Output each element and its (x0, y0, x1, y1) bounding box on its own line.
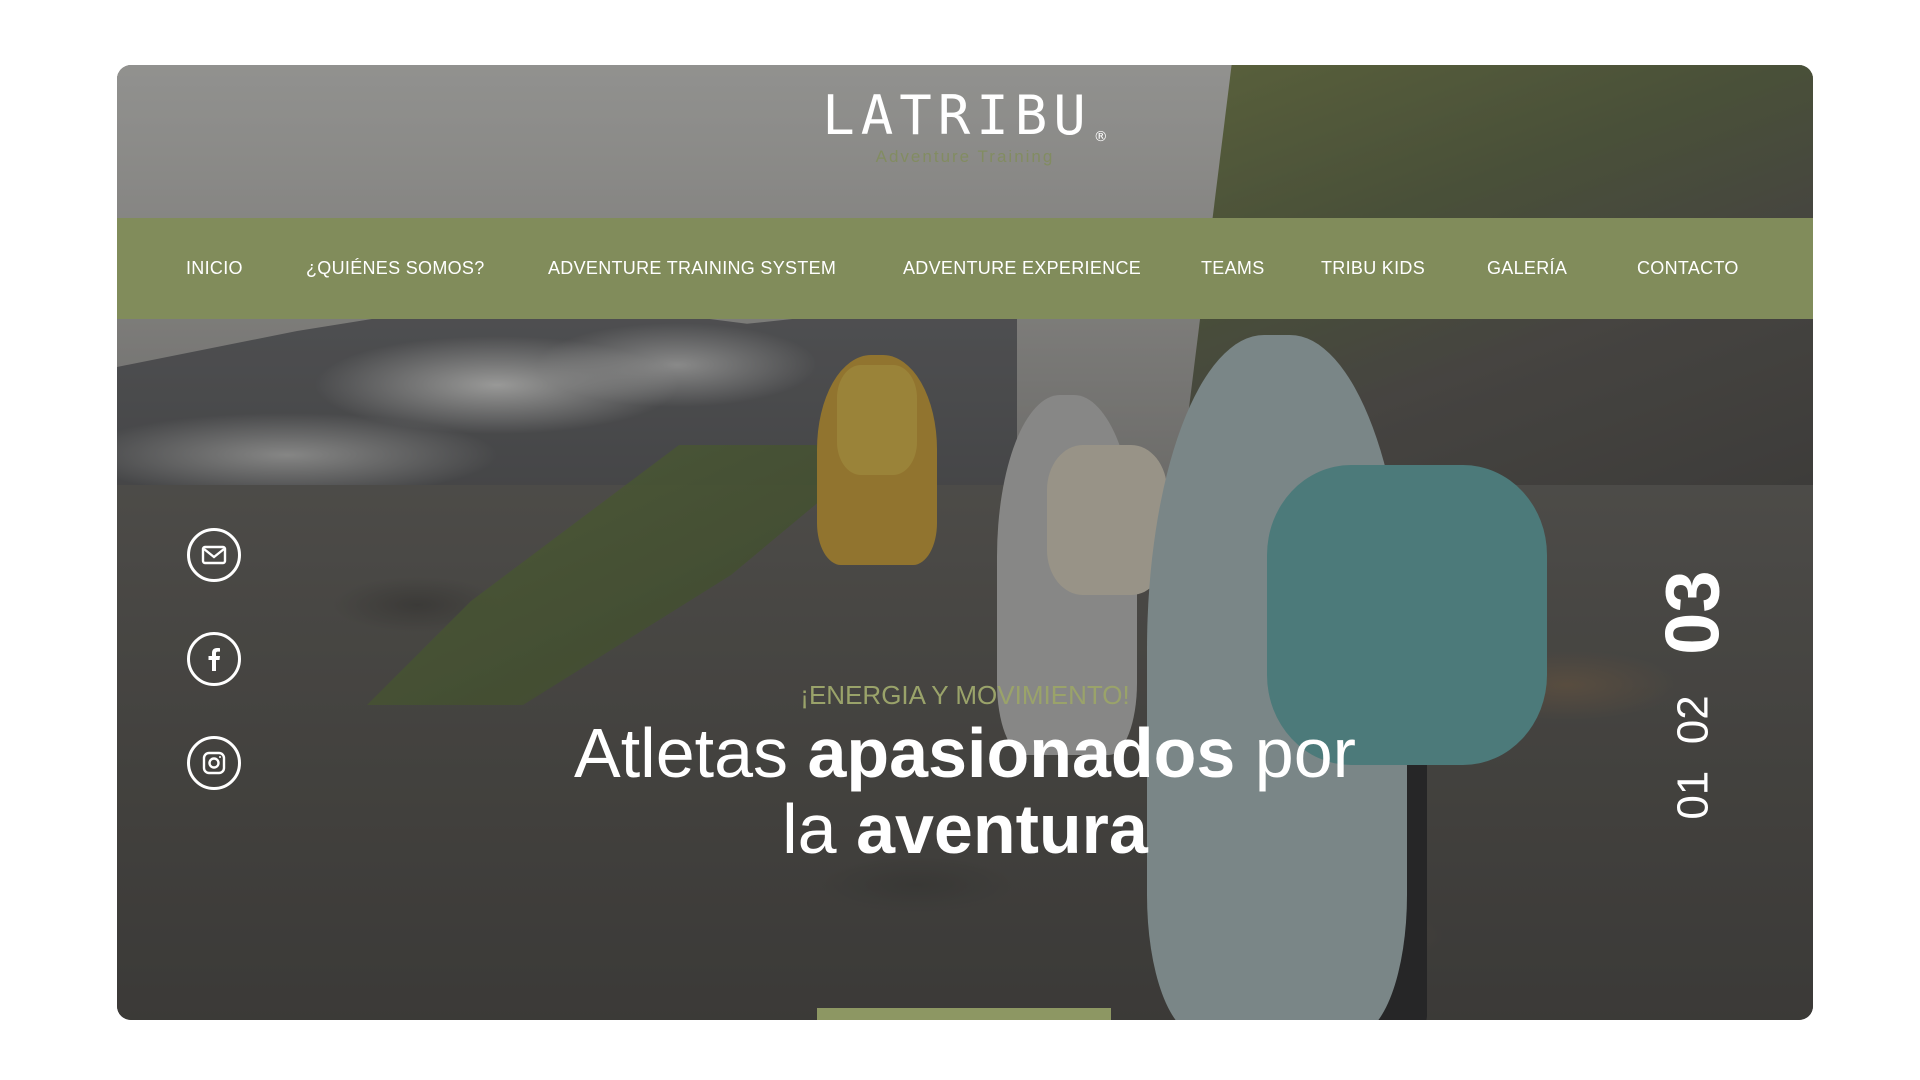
slide-page-2[interactable]: 02 (1668, 695, 1718, 744)
hero-eyebrow: ¡ENERGIA Y MOVIMIENTO! (800, 680, 1130, 710)
headline-bold: apasionados (807, 714, 1236, 792)
registered-mark: ® (1093, 129, 1108, 145)
hero-frame: LATRIBU ® Adventure Training INICIO ¿QUIÉ… (117, 65, 1813, 1020)
nav-item-tribu-kids[interactable]: TRIBU KIDS (1321, 218, 1425, 319)
logo-text: LATRIBU (822, 84, 1092, 147)
slide-page-active[interactable]: 03 (1650, 570, 1737, 655)
email-icon[interactable] (187, 528, 241, 582)
nav-item-adventure-experience[interactable]: ADVENTURE EXPERIENCE (903, 218, 1141, 319)
slide-page-1[interactable]: 01 (1668, 771, 1718, 820)
hero-headline: Atletas apasionados por la aventura (117, 715, 1813, 867)
main-nav: INICIO ¿QUIÉNES SOMOS? ADVENTURE TRAININ… (117, 218, 1813, 319)
facebook-icon[interactable] (187, 632, 241, 686)
nav-item-galeria[interactable]: GALERÍA (1487, 218, 1567, 319)
nav-item-teams[interactable]: TEAMS (1201, 218, 1265, 319)
slide-pager-numbers: 01 02 03 (1650, 570, 1737, 819)
nav-item-contacto[interactable]: CONTACTO (1637, 218, 1739, 319)
nav-item-quienes-somos[interactable]: ¿QUIÉNES SOMOS? (306, 218, 485, 319)
slide-progress-bar (817, 1008, 1111, 1020)
logo-tagline: Adventure Training (875, 147, 1055, 166)
nav-item-adventure-training-system[interactable]: ADVENTURE TRAINING SYSTEM (548, 218, 836, 319)
headline-text: por (1235, 714, 1356, 792)
headline-bold: aventura (856, 790, 1148, 868)
logo[interactable]: LATRIBU ® Adventure Training (117, 87, 1813, 167)
nav-item-inicio[interactable]: INICIO (186, 218, 243, 319)
headline-text: Atletas (574, 714, 808, 792)
slide-pager: 01 02 03 (1633, 495, 1753, 895)
headline-text: la (782, 790, 857, 868)
image-overlay (117, 65, 1813, 1020)
